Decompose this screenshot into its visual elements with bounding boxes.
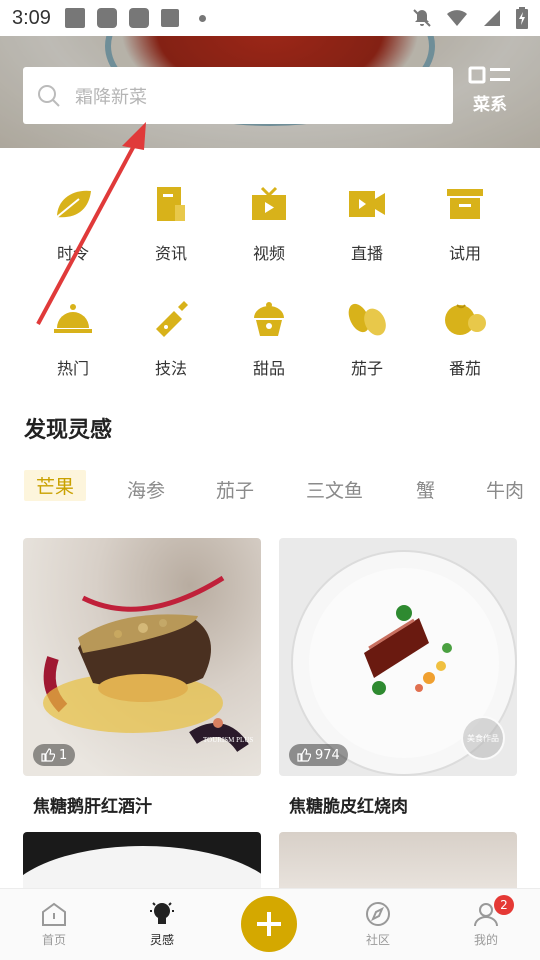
- recipe-title: 焦糖鹅肝红酒汁: [33, 797, 152, 817]
- tag-salmon[interactable]: 三文鱼: [306, 476, 363, 503]
- nav-home[interactable]: 首页: [0, 889, 108, 960]
- like-count: 1: [59, 747, 68, 763]
- status-time: 3:09: [12, 6, 51, 29]
- grid-label: 直播: [350, 244, 383, 263]
- category-label: 菜系: [473, 95, 507, 115]
- status-right: [412, 7, 528, 29]
- grid-label: 技法: [154, 359, 187, 378]
- tag-beef[interactable]: 牛肉: [486, 476, 524, 503]
- notification-badge: 2: [494, 895, 514, 915]
- grid-item-hot[interactable]: 热门: [24, 285, 122, 400]
- wifi-icon: [447, 10, 467, 26]
- battery-icon: [516, 7, 528, 29]
- category-icon: [468, 66, 510, 84]
- leaf-icon: [51, 182, 95, 226]
- shortcut-grid: 时令 资讯 视频 直播 试用 热门 技法 甜品 茄子 番茄: [24, 170, 514, 400]
- cupcake-icon: [247, 297, 291, 341]
- cloche-icon: [51, 297, 95, 341]
- grid-label: 资讯: [154, 244, 187, 263]
- tag-eggplant[interactable]: 茄子: [216, 476, 254, 503]
- grid-item-seasonal[interactable]: 时令: [24, 170, 122, 285]
- lightbulb-icon: [150, 902, 174, 924]
- nav-inspiration[interactable]: 灵感: [108, 889, 216, 960]
- like-count: 974: [315, 747, 340, 763]
- grid-item-news[interactable]: 资讯: [122, 170, 220, 285]
- dot-icon: [198, 14, 206, 22]
- category-button[interactable]: 菜系: [465, 66, 515, 126]
- hero-banner: 霜降新菜 菜系: [0, 36, 540, 148]
- recipe-card[interactable]: TOURISM PLUS 1 焦糖鹅肝红酒汁: [23, 538, 261, 817]
- thumbs-up-icon: [297, 748, 311, 762]
- tomato-icon: [443, 297, 487, 341]
- signal-icon: [484, 10, 500, 26]
- news-icon: [149, 182, 193, 226]
- section-title: 发现灵感: [24, 418, 113, 443]
- search-input[interactable]: 霜降新菜: [23, 67, 453, 124]
- tag-mango[interactable]: 芒果: [24, 470, 87, 501]
- plus-icon: [257, 912, 281, 936]
- grid-item-tomato[interactable]: 番茄: [416, 285, 514, 400]
- app-icon: [128, 8, 149, 28]
- recipe-card[interactable]: 美食作品 974 焦糖脆皮红烧肉: [279, 538, 517, 817]
- recipe-card[interactable]: [279, 832, 517, 888]
- recipe-image: TOURISM PLUS 1: [23, 538, 261, 776]
- nav-label: 我的: [473, 933, 498, 947]
- grid-item-technique[interactable]: 技法: [122, 285, 220, 400]
- compass-icon: [366, 902, 390, 926]
- grid-label: 甜品: [252, 359, 285, 378]
- grid-label: 时令: [56, 244, 89, 263]
- like-badge[interactable]: 1: [33, 744, 76, 766]
- grid-label: 视频: [252, 244, 285, 263]
- grid-item-video[interactable]: 视频: [220, 170, 318, 285]
- tag-sea-cucumber[interactable]: 海参: [127, 476, 165, 503]
- like-badge[interactable]: 974: [289, 744, 348, 766]
- grid-label: 番茄: [448, 359, 481, 378]
- recipe-title: 焦糖脆皮红烧肉: [289, 797, 408, 817]
- grid-label: 热门: [56, 359, 89, 378]
- create-button[interactable]: [241, 896, 297, 952]
- grid-row: 时令 资讯 视频 直播 试用: [24, 170, 514, 285]
- stamp: 美食作品: [461, 716, 505, 760]
- grid-label: 试用: [448, 244, 481, 263]
- grid-row: 热门 技法 甜品 茄子 番茄: [24, 285, 514, 400]
- home-icon: [42, 902, 66, 926]
- eggplant-icon: [345, 297, 389, 341]
- nav-label: 灵感: [149, 933, 174, 947]
- mute-icon: [413, 9, 431, 27]
- grid-item-live[interactable]: 直播: [318, 170, 416, 285]
- nav-label: 首页: [41, 933, 66, 947]
- nav-community[interactable]: 社区: [324, 889, 432, 960]
- tag-bar: 芒果 海参 茄子 三文鱼 蟹 牛肉: [0, 466, 540, 510]
- search-icon: [38, 84, 60, 107]
- grid-label: 茄子: [350, 359, 383, 378]
- tag-crab[interactable]: 蟹: [416, 476, 435, 503]
- app-icon: [96, 8, 117, 28]
- watermark: TOURISM PLUS: [203, 736, 254, 744]
- cleaver-icon: [149, 297, 193, 341]
- nav-label: 社区: [365, 933, 390, 947]
- thumbs-up-icon: [41, 748, 55, 762]
- search-placeholder: 霜降新菜: [75, 86, 147, 108]
- app-icon: [160, 9, 179, 27]
- box-icon: [443, 182, 487, 226]
- recipe-image: 美食作品 974: [279, 538, 517, 776]
- tv-icon: [247, 182, 291, 226]
- camera-icon: [345, 182, 389, 226]
- recipe-card[interactable]: [23, 832, 261, 888]
- grid-item-dessert[interactable]: 甜品: [220, 285, 318, 400]
- grid-item-trial[interactable]: 试用: [416, 170, 514, 285]
- image-icon: [64, 8, 85, 28]
- nav-profile[interactable]: 我的 2: [432, 889, 540, 960]
- status-bar: 3:09: [0, 0, 540, 36]
- grid-item-eggplant[interactable]: 茄子: [318, 285, 416, 400]
